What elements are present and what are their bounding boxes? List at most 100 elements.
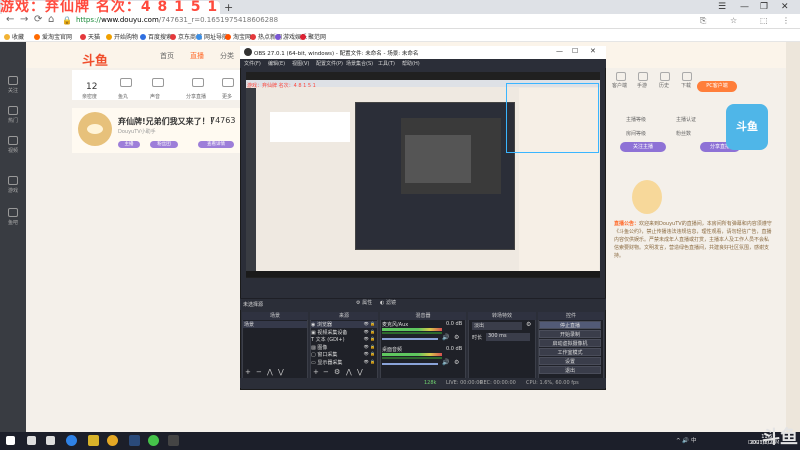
fishball-icon[interactable]: [120, 78, 132, 87]
download-label[interactable]: 下载: [681, 82, 691, 89]
fishball-label[interactable]: 鱼丸: [118, 93, 128, 100]
obs-minimize-button[interactable]: —: [556, 47, 563, 55]
forward-icon[interactable]: →: [20, 14, 28, 25]
source-down-icon[interactable]: ⋁: [357, 368, 363, 376]
menu-view[interactable]: 视图(V): [292, 60, 309, 67]
nav-home[interactable]: 首页: [160, 51, 174, 61]
obs-icon[interactable]: [168, 435, 179, 446]
bookmark-item[interactable]: 网址导航: [196, 32, 228, 41]
mixer-mic-speaker-icon[interactable]: 🔊: [442, 334, 449, 341]
anchor-avatar[interactable]: [78, 112, 112, 146]
mixer-desktop-gear-icon[interactable]: ⚙: [454, 359, 459, 366]
mobile-icon[interactable]: [638, 72, 648, 81]
game-icon[interactable]: [88, 435, 99, 446]
taskview-icon[interactable]: [46, 436, 55, 445]
translate-icon[interactable]: ⎘: [700, 16, 706, 26]
menu-profile[interactable]: 配置文件(P): [316, 60, 343, 67]
source-item[interactable]: ◉ 浏览器 👁 🔒: [311, 321, 377, 328]
transition-gear-icon[interactable]: ⚙: [526, 321, 531, 328]
remove-source-icon[interactable]: −: [323, 368, 329, 376]
close-button[interactable]: ✕: [781, 2, 789, 12]
history-label[interactable]: 历史: [659, 82, 669, 89]
sound-label[interactable]: 声音: [150, 93, 160, 100]
address-bar[interactable]: https://www.douyu.com/747631_r=0.1651975…: [0, 14, 800, 29]
left-nav-hot[interactable]: 热门: [0, 106, 26, 124]
reload-icon[interactable]: ⟳: [34, 14, 42, 25]
menu-file[interactable]: 文件(F): [244, 60, 261, 67]
source-item[interactable]: ▨ 图像 👁 🔒: [311, 344, 377, 351]
stop-streaming-button[interactable]: 停止直播: [539, 321, 601, 329]
edge-icon[interactable]: [66, 435, 77, 446]
remove-scene-icon[interactable]: −: [256, 368, 262, 376]
more-icon[interactable]: [222, 78, 234, 87]
chrome-icon[interactable]: [107, 435, 118, 446]
search-icon[interactable]: [27, 436, 36, 445]
nav-live[interactable]: 直播: [190, 51, 204, 61]
anchor-pill[interactable]: 主播: [118, 141, 140, 148]
menu-scene-collection[interactable]: 场景集合(S): [346, 60, 373, 67]
mixer-desktop-slider[interactable]: [382, 363, 438, 365]
properties-button[interactable]: ⚙ 属性: [356, 299, 372, 306]
mixer-mic-gear-icon[interactable]: ⚙: [454, 334, 459, 341]
source-item[interactable]: ▢ 窗口采集 👁 🔒: [311, 351, 377, 358]
share-icon[interactable]: [192, 78, 204, 87]
scene-down-icon[interactable]: ⋁: [278, 368, 284, 376]
visibility-lock-icon[interactable]: 👁 🔒: [364, 321, 375, 326]
more-icon[interactable]: ⋮: [782, 16, 790, 25]
left-nav-fishbar[interactable]: 鱼吧: [0, 208, 26, 226]
virtual-camera-button[interactable]: 启动虚拟摄像机: [539, 339, 601, 347]
bookmark-item[interactable]: 开始购物: [106, 32, 138, 41]
scene-up-icon[interactable]: ⋀: [267, 368, 273, 376]
source-item[interactable]: ▭ 显示器采集 👁 🔒: [311, 359, 377, 366]
mixer-mic-slider[interactable]: [382, 338, 438, 340]
intimacy-label[interactable]: 亲密度: [82, 93, 97, 100]
left-nav-video[interactable]: 视频: [0, 136, 26, 154]
source-up-icon[interactable]: ⋀: [346, 368, 352, 376]
menu-help[interactable]: 帮助(H): [402, 60, 420, 67]
transition-select[interactable]: 淡出: [472, 322, 522, 330]
source-settings-icon[interactable]: ⚙: [334, 368, 340, 376]
duration-input[interactable]: 300 ms: [486, 333, 530, 341]
source-item[interactable]: T 文本 (GDI+) 👁 🔒: [311, 336, 377, 343]
steam-icon[interactable]: [129, 435, 140, 446]
star-icon[interactable]: ☆: [730, 16, 737, 25]
detail-pill[interactable]: 查看详情: [198, 141, 234, 148]
left-nav-game[interactable]: 游戏: [0, 176, 26, 194]
obs-maximize-button[interactable]: ☐: [572, 47, 578, 55]
menu-tools[interactable]: 工具(T): [378, 60, 395, 67]
add-source-icon[interactable]: +: [313, 368, 319, 376]
wechat-icon[interactable]: [148, 435, 159, 446]
add-scene-icon[interactable]: +: [245, 368, 251, 376]
bookmark-item[interactable]: 聚范网: [300, 32, 326, 41]
history-icon[interactable]: [660, 72, 670, 81]
home-icon[interactable]: ⌂: [48, 14, 54, 25]
right-scrollbar[interactable]: [786, 42, 800, 432]
minimize-button[interactable]: —: [740, 2, 749, 12]
client-icon[interactable]: [616, 72, 626, 81]
back-icon[interactable]: ←: [6, 14, 14, 25]
left-nav-follow[interactable]: 关注: [0, 76, 26, 94]
visibility-lock-icon[interactable]: 👁 🔒: [364, 329, 375, 334]
tiger-badge[interactable]: 斗鱼: [726, 104, 768, 150]
fanclub-pill[interactable]: 粉丝团: [150, 141, 178, 148]
follow-button[interactable]: 关注主播: [620, 142, 666, 152]
exit-button[interactable]: 退出: [539, 366, 601, 374]
client-label[interactable]: 客户端: [612, 82, 627, 89]
system-tray[interactable]: ^ 🔊 中: [676, 436, 696, 444]
nav-category[interactable]: 分类: [220, 51, 234, 61]
extension-icon[interactable]: ⬚: [760, 16, 768, 25]
start-icon[interactable]: [6, 436, 15, 445]
url-text[interactable]: https://www.douyu.com/747631_r=0.1651975…: [76, 16, 278, 24]
mixer-desktop-speaker-icon[interactable]: 🔊: [442, 359, 449, 366]
visibility-lock-icon[interactable]: 👁 🔒: [364, 351, 375, 356]
sound-icon[interactable]: [152, 78, 164, 87]
bookmark-item[interactable]: 收藏: [4, 32, 24, 41]
douyu-logo[interactable]: 斗鱼: [82, 50, 108, 69]
scene-item[interactable]: 场景: [243, 321, 307, 328]
filters-button[interactable]: ◐ 滤镜: [380, 299, 396, 306]
menu-edit[interactable]: 编辑(E): [268, 60, 285, 67]
new-tab-button[interactable]: +: [224, 1, 233, 14]
preview-selection-box[interactable]: [506, 83, 599, 153]
visibility-lock-icon[interactable]: 👁 🔒: [364, 359, 375, 364]
bookmark-item[interactable]: 爱淘宝官网: [34, 32, 72, 41]
